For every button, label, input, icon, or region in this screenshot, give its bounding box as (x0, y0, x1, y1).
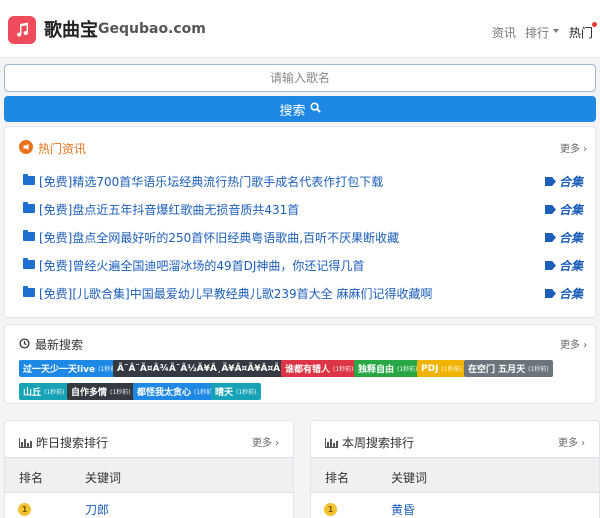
recent-search-more-link[interactable]: 更多 › (560, 336, 587, 351)
folder-icon (23, 258, 35, 269)
recent-search-tag[interactable]: PDJ (1秒前) (417, 360, 466, 377)
search-icon (309, 101, 321, 117)
recent-search-tag[interactable]: 独释自由 (1秒前) (354, 360, 422, 377)
folder-icon (23, 202, 35, 213)
rank-keyword-link[interactable]: 黄昏 (391, 501, 415, 518)
search-input[interactable] (4, 64, 596, 92)
list-item[interactable]: [免费][儿歌合集]中国最爱幼儿早教经典儿歌239首大全 麻麻们记得收藏啊 合集 (23, 284, 583, 302)
news-title[interactable]: [免费]盘点近五年抖音爆红歌曲无损音质共431首 (39, 201, 299, 218)
collection-label: 合集 (558, 203, 583, 217)
tag-text: 在空门 五月天 (468, 365, 526, 375)
tag-time: (1秒前) (333, 366, 354, 373)
yesterday-rank-header: 昨日搜索排行 (19, 434, 108, 451)
folder-icon (23, 174, 35, 185)
list-item[interactable]: [免费]精选700首华语乐坛经典流行热门歌手成名代表作打包下载 合集 (23, 172, 583, 190)
music-note-icon[interactable] (8, 16, 36, 44)
collection-link[interactable]: 合集 (544, 285, 583, 302)
brand-name[interactable]: 歌曲宝 (44, 16, 98, 42)
tag-text: 谁都有错人 (285, 365, 331, 375)
hot-news-header: 热门资讯 (19, 140, 86, 157)
tag-icon (544, 289, 556, 298)
tag-time: (1秒前) (397, 366, 418, 373)
recent-search-card: 最新搜索 更多 › 过一天少一天live (1秒前) Ã¯Â¨Ã¤Â¾Ã¯Â½Ã¥Â… (4, 324, 596, 404)
notification-dot (592, 22, 597, 27)
tag-icon (544, 177, 556, 186)
chevron-down-icon[interactable] (553, 29, 559, 33)
tag-icon (544, 233, 556, 242)
tag-text: 自作多情 (71, 388, 108, 398)
news-title[interactable]: [免费]曾经火遍全国迪吧溜冰场的49首DJ神曲，你还记得几首 (39, 257, 364, 274)
hot-news-more-link[interactable]: 更多 › (560, 140, 587, 155)
list-item[interactable]: [免费]盘点近五年抖音爆红歌曲无损音质共431首 合集 (23, 200, 583, 218)
collection-label: 合集 (558, 175, 583, 189)
tag-time: (1秒前) (110, 389, 131, 396)
collection-link[interactable]: 合集 (544, 201, 583, 218)
yesterday-rank-title: 昨日搜索排行 (36, 436, 109, 450)
recent-search-tag[interactable]: 都怪我太贪心 (1秒前) (133, 383, 219, 400)
tag-icon (544, 205, 556, 214)
yesterday-rank-card: 昨日搜索排行 更多 › 排名 关键词 1 刀郎 (4, 420, 294, 518)
rank-keyword-link[interactable]: 刀郎 (85, 501, 109, 518)
recent-search-tag[interactable]: 山丘 (1秒前) (19, 383, 69, 400)
collection-label: 合集 (558, 259, 583, 273)
collection-link[interactable]: 合集 (544, 257, 583, 274)
tag-time: (1秒前) (236, 389, 257, 396)
week-rank-title: 本周搜索排行 (342, 436, 415, 450)
nav-hot[interactable]: 热门 (569, 24, 593, 41)
folder-icon (23, 230, 35, 241)
yesterday-rank-more-link[interactable]: 更多 › (252, 434, 279, 449)
search-button[interactable]: 搜索 (4, 96, 596, 122)
tag-text: PDJ (421, 363, 439, 374)
collection-link[interactable]: 合集 (544, 229, 583, 246)
week-rank-card: 本周搜索排行 更多 › 排名 关键词 1 黄昏 (310, 420, 600, 518)
recent-search-tag[interactable]: 在空门 五月天 (1秒前) (464, 360, 553, 377)
list-item[interactable]: [免费]曾经火遍全国迪吧溜冰场的49首DJ神曲，你还记得几首 合集 (23, 256, 583, 274)
column-keyword: 关键词 (85, 471, 122, 485)
recent-search-tag[interactable]: 过一天少一天live (1秒前) (19, 360, 123, 377)
tag-text: 都怪我太贪心 (137, 388, 192, 398)
collection-link[interactable]: 合集 (544, 173, 583, 190)
hot-news-card: 热门资讯 更多 › [免费]精选700首华语乐坛经典流行热门歌手成名代表作打包下… (4, 126, 596, 318)
news-title[interactable]: [免费]精选700首华语乐坛经典流行热门歌手成名代表作打包下载 (39, 173, 383, 190)
tag-icon (544, 261, 556, 270)
column-rank: 排名 (19, 471, 44, 485)
column-rank: 排名 (325, 471, 350, 485)
tag-text: 山丘 (23, 388, 42, 398)
column-keyword: 关键词 (391, 471, 428, 485)
search-button-label: 搜索 (279, 103, 306, 119)
list-item[interactable]: [免费]盘点全网最好听的250首怀旧经典粤语歌曲,百听不厌果断收藏 合集 (23, 228, 583, 246)
nav-ranking[interactable]: 排行 (525, 24, 549, 41)
recent-search-tag[interactable]: 晴天 (1秒前) (211, 383, 261, 400)
history-icon (19, 337, 30, 352)
tag-text: 独释自由 (358, 365, 395, 375)
tag-time: (1秒前) (441, 366, 462, 373)
collection-label: 合集 (558, 231, 583, 245)
hot-news-title: 热门资讯 (38, 142, 87, 156)
top-navbar: 歌曲宝 Gequbao.com 资讯 排行 热门 (0, 0, 600, 58)
week-rank-more-link[interactable]: 更多 › (558, 434, 585, 449)
rank-badge: 1 (324, 503, 337, 516)
collection-label: 合集 (558, 287, 583, 301)
bar-chart-icon (325, 437, 338, 448)
fire-icon (19, 140, 33, 157)
folder-icon (23, 286, 35, 297)
table-header: 排名 关键词 (311, 457, 599, 493)
recent-search-header: 最新搜索 (19, 336, 83, 353)
nav-news[interactable]: 资讯 (492, 24, 516, 41)
tag-time: (1秒前) (528, 366, 549, 373)
recent-search-tag[interactable]: 自作多情 (1秒前) (67, 383, 135, 400)
tag-time: (1秒前) (44, 389, 65, 396)
bar-chart-icon (19, 437, 32, 448)
week-rank-header: 本周搜索排行 (325, 434, 414, 451)
tag-text: 晴天 (215, 388, 234, 398)
recent-search-tag[interactable]: 谁都有错人 (1秒前) (281, 360, 358, 377)
table-header: 排名 关键词 (5, 457, 293, 493)
brand-domain[interactable]: Gequbao.com (98, 21, 206, 37)
news-title[interactable]: [免费][儿歌合集]中国最爱幼儿早教经典儿歌239首大全 麻麻们记得收藏啊 (39, 285, 432, 302)
recent-search-title: 最新搜索 (35, 338, 84, 352)
news-title[interactable]: [免费]盘点全网最好听的250首怀旧经典粤语歌曲,百听不厌果断收藏 (39, 229, 399, 246)
rank-badge: 1 (18, 503, 31, 516)
tag-text: 过一天少一天live (23, 365, 96, 375)
